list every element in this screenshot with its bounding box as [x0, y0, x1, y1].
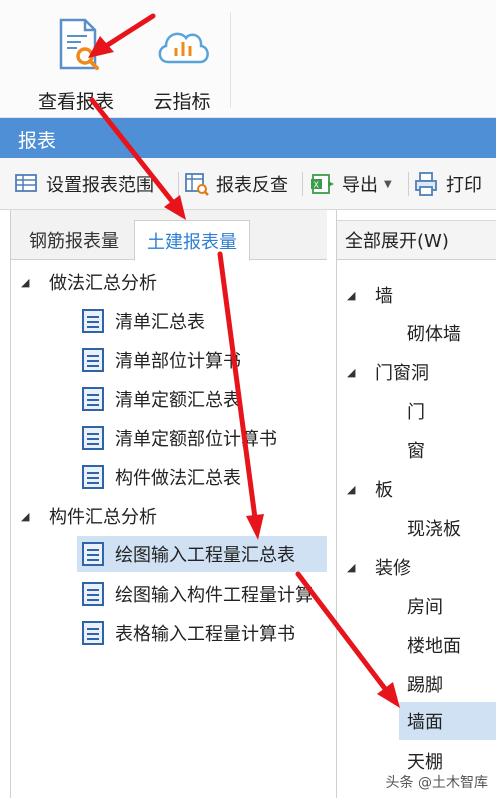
report-document-icon — [82, 621, 104, 645]
tree-item-label: 绘图输入工程量汇总表 — [115, 545, 295, 566]
ribbon-separator — [230, 12, 231, 108]
subcategory-row[interactable]: 楼地面 — [337, 626, 496, 664]
category-label: 板 — [375, 480, 393, 501]
subcategory-label: 门 — [407, 402, 425, 423]
tree-item[interactable]: 清单汇总表 — [81, 303, 205, 339]
cloud-indicator-button[interactable]: 云指标 — [142, 12, 222, 113]
ribbon: 查看报表 云指标 — [0, 0, 496, 118]
collapse-triangle-icon[interactable]: ◢ — [347, 483, 361, 496]
report-search-icon — [59, 18, 99, 70]
category-label: 门窗洞 — [375, 363, 429, 384]
tree-item-label: 构件做法汇总表 — [115, 468, 241, 489]
subcategory-row[interactable]: 房间 — [337, 587, 496, 625]
report-document-icon — [82, 348, 104, 372]
report-toolbar: 设置报表范围 报表反查 X 导出 ▼ 打印 — [0, 158, 496, 210]
excel-export-icon: X — [311, 174, 334, 194]
print-icon — [415, 172, 437, 196]
report-title: 报表 — [18, 130, 57, 152]
report-tabs: 钢筋报表量 土建报表量 — [11, 210, 327, 261]
collapse-triangle-icon[interactable]: ◢ — [21, 510, 35, 523]
tree-item-label: 清单定额部位计算书 — [115, 429, 277, 450]
subcategory-row[interactable]: 砌体墙 — [337, 314, 496, 352]
tree-item[interactable]: 清单定额部位计算书 — [81, 420, 277, 456]
set-report-range-label: 设置报表范围 — [46, 175, 154, 196]
tree-item[interactable]: 清单定额汇总表 — [81, 381, 241, 417]
set-report-range-button[interactable]: 设置报表范围 — [14, 170, 154, 198]
tree-item-label: 表格输入工程量计算书 — [115, 624, 295, 645]
collapse-triangle-icon[interactable]: ◢ — [21, 276, 35, 289]
collapse-triangle-icon[interactable]: ◢ — [347, 366, 361, 379]
tree-item-label: 绘图输入构件工程量计算 — [115, 585, 313, 606]
tree-item-selected[interactable]: 绘图输入工程量汇总表 — [77, 536, 327, 572]
tree-item-label: 清单部位计算书 — [115, 351, 241, 372]
table-settings-icon — [15, 174, 37, 192]
report-review-button[interactable]: 报表反查 — [184, 170, 288, 198]
tree-group[interactable]: ◢ 做法汇总分析 — [11, 264, 157, 300]
export-label: 导出 — [342, 175, 378, 196]
report-document-icon — [82, 387, 104, 411]
tree-group-label: 构件汇总分析 — [49, 507, 157, 528]
category-label: 墙 — [375, 286, 393, 307]
report-review-label: 报表反查 — [216, 175, 288, 196]
subcategory-label: 现浇板 — [407, 519, 461, 540]
subcategory-label: 踢脚 — [407, 675, 443, 696]
view-report-button[interactable]: 查看报表 — [24, 12, 128, 113]
subcategory-label: 窗 — [407, 441, 425, 462]
tree-group-label: 做法汇总分析 — [49, 273, 157, 294]
category-label: 装修 — [375, 558, 411, 579]
report-content-panel: 全部展开(W) ◢ 墙 砌体墙 ◢ 门窗洞 门 窗 ◢ 板 现浇板 ◢ 装修 房… — [336, 210, 496, 798]
subcategory-row[interactable]: 踢脚 — [337, 665, 496, 703]
cloud-indicator-label: 云指标 — [153, 91, 211, 113]
category-row[interactable]: ◢ 门窗洞 — [337, 353, 496, 391]
toolbar-separator — [178, 172, 179, 196]
subcategory-label: 墙面 — [407, 712, 443, 733]
collapse-triangle-icon[interactable]: ◢ — [347, 289, 361, 302]
tree-item[interactable]: 清单部位计算书 — [81, 342, 241, 378]
subcategory-row-selected[interactable]: 墙面 — [399, 702, 496, 740]
chevron-down-icon: ▼ — [384, 178, 392, 190]
report-document-icon — [82, 582, 104, 606]
toolbar-separator — [302, 172, 303, 196]
export-dropdown[interactable]: X 导出 ▼ — [310, 170, 392, 198]
subcategory-row[interactable]: 现浇板 — [337, 509, 496, 547]
tab-rebar-report[interactable]: 钢筋报表量 — [15, 220, 133, 260]
tree-item-label: 清单定额汇总表 — [115, 390, 241, 411]
subcategory-label: 房间 — [407, 597, 443, 618]
tree-item[interactable]: 表格输入工程量计算书 — [81, 615, 295, 651]
tab-civil-report[interactable]: 土建报表量 — [134, 220, 250, 261]
report-list-panel: 钢筋报表量 土建报表量 ◢ 做法汇总分析 清单汇总表 清单部位计算书 清单定额汇… — [10, 210, 327, 798]
report-document-icon — [82, 426, 104, 450]
view-report-label: 查看报表 — [37, 91, 114, 113]
report-titlebar: 报表 — [0, 118, 496, 158]
tree-group[interactable]: ◢ 构件汇总分析 — [11, 498, 157, 534]
collapse-triangle-icon[interactable]: ◢ — [347, 561, 361, 574]
print-button[interactable]: 打印 — [414, 170, 482, 198]
watermark: 头条 @土木智库 — [385, 775, 488, 791]
cloud-chart-icon — [158, 32, 209, 64]
expand-all-button[interactable]: 全部展开(W) — [337, 220, 496, 260]
category-row[interactable]: ◢ 墙 — [337, 276, 496, 314]
category-row[interactable]: ◢ 装修 — [337, 548, 496, 586]
tree-item[interactable]: 构件做法汇总表 — [81, 459, 241, 495]
subcategory-row[interactable]: 窗 — [337, 431, 496, 469]
subcategory-row[interactable]: 门 — [337, 392, 496, 430]
table-search-icon — [185, 173, 209, 196]
svg-text:X: X — [314, 181, 320, 190]
subcategory-label: 楼地面 — [407, 636, 461, 657]
tree-item[interactable]: 绘图输入构件工程量计算 — [81, 576, 327, 612]
tree-item-label: 清单汇总表 — [115, 312, 205, 333]
subcategory-label: 天棚 — [407, 752, 443, 773]
report-document-icon — [82, 542, 104, 566]
report-document-icon — [82, 465, 104, 489]
print-label: 打印 — [446, 175, 482, 196]
report-document-icon — [82, 309, 104, 333]
toolbar-separator — [408, 172, 409, 196]
subcategory-label: 砌体墙 — [407, 324, 461, 345]
category-row[interactable]: ◢ 板 — [337, 470, 496, 508]
